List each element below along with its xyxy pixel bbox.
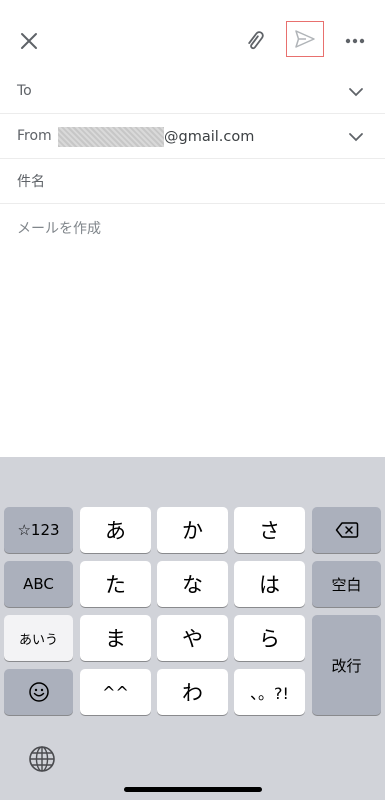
home-indicator[interactable] [124,787,262,792]
from-field[interactable]: From @gmail.com [0,114,385,159]
from-address: @gmail.com [58,126,254,148]
redacted-username [58,127,164,147]
key-abc[interactable]: ABC [4,561,73,607]
attach-button[interactable] [240,24,274,58]
emoji-key[interactable] [4,669,73,715]
more-horizontal-icon [345,38,365,44]
paperclip-icon [248,31,264,50]
key-ha[interactable]: は [234,561,305,607]
space-key[interactable]: 空白 [312,561,381,607]
key-aiu[interactable]: あいう [4,615,73,661]
to-label: To [17,83,32,99]
from-email-domain: @gmail.com [164,129,255,145]
key-a[interactable]: あ [80,507,151,553]
key-kaomoji[interactable]: ^^ [80,669,151,715]
key-wa[interactable]: わ [157,669,228,715]
send-icon [295,30,315,48]
backspace-icon [335,522,358,538]
body-placeholder[interactable]: メールを作成 [17,218,101,238]
subject-field[interactable]: 件名 [0,159,385,204]
close-icon [21,33,37,49]
key-ka[interactable]: か [157,507,228,553]
key-punctuation[interactable]: 、。?! [234,669,305,715]
keyboard: ☆123 あ か さ ABC た な は 空白 あいう ま や ら 改行 ^^ … [0,457,385,800]
key-ya[interactable]: や [157,615,228,661]
globe-button[interactable] [24,741,60,777]
compose-toolbar [0,0,385,80]
subject-placeholder: 件名 [17,174,45,190]
key-na[interactable]: な [157,561,228,607]
key-sa[interactable]: さ [234,507,305,553]
emoji-icon [28,682,49,702]
close-button[interactable] [12,24,46,58]
from-label: From [17,128,52,144]
key-ma[interactable]: ま [80,615,151,661]
globe-icon [29,746,55,772]
to-field[interactable]: To [0,69,385,114]
chevron-down-icon[interactable] [347,83,365,101]
send-button[interactable] [286,21,324,57]
key-ra[interactable]: ら [234,615,305,661]
chevron-down-icon[interactable] [347,128,365,146]
key-symbols[interactable]: ☆123 [4,507,73,553]
key-ta[interactable]: た [80,561,151,607]
enter-key[interactable]: 改行 [312,615,381,715]
delete-key[interactable] [312,507,381,553]
more-options-button[interactable] [338,24,372,58]
